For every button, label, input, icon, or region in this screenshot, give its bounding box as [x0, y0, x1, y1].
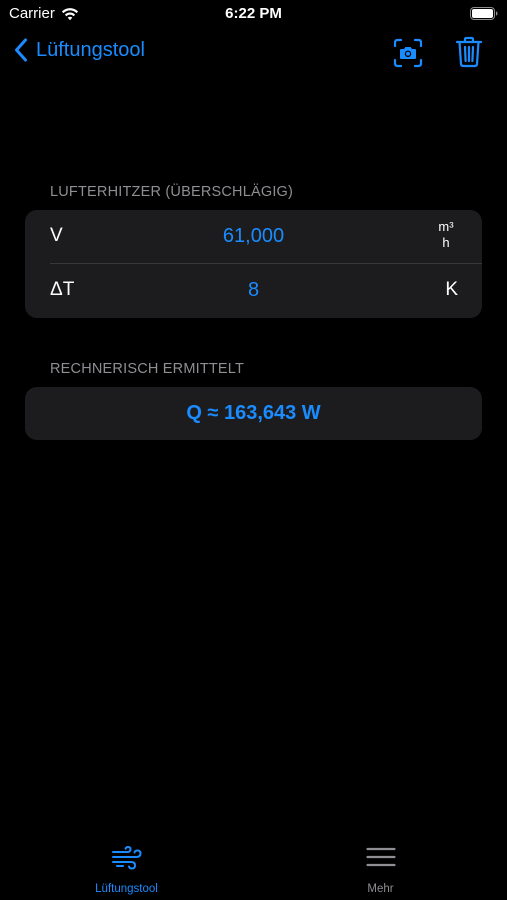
volume-flow-unit: m³ h: [436, 219, 456, 251]
back-button[interactable]: Lüftungstool: [14, 38, 145, 62]
tab-label-mehr: Mehr: [367, 883, 394, 895]
volume-flow-value[interactable]: 61,000: [25, 225, 482, 248]
chevron-left-icon: [15, 38, 27, 62]
tab-mehr[interactable]: Mehr: [254, 834, 507, 900]
status-bar: Carrier 6:22 PM: [0, 0, 507, 28]
section-header-result: RECHNERISCH ERMITTELT: [50, 361, 245, 377]
camera-viewfinder-icon[interactable]: [393, 38, 423, 68]
back-label: Lüftungstool: [36, 38, 145, 61]
section-header-lufterhitzer: LUFTERHITZER (ÜBERSCHLÄGIG): [50, 184, 294, 200]
delta-t-row[interactable]: ΔT 8 K: [25, 264, 482, 318]
tab-label-lueftungstool: Lüftungstool: [95, 883, 158, 895]
tab-lueftungstool[interactable]: Lüftungstool: [0, 834, 253, 900]
delta-t-unit: K: [445, 279, 458, 300]
navigation-bar: Lüftungstool: [0, 28, 507, 78]
volume-flow-unit-denominator: h: [442, 235, 450, 250]
menu-lines-icon: [365, 847, 396, 867]
volume-flow-unit-numerator: m³: [438, 219, 454, 234]
result-card: Q ≈ 163,643 W: [25, 387, 482, 440]
heat-output-result: Q ≈ 163,643 W: [186, 402, 321, 424]
delta-t-value[interactable]: 8: [25, 279, 482, 302]
status-time: 6:22 PM: [225, 5, 282, 22]
tab-bar: Lüftungstool Mehr: [0, 834, 507, 900]
lufterhitzer-card: V 61,000 m³ h ΔT 8 K: [25, 210, 482, 318]
wind-icon: [111, 846, 142, 870]
battery-icon: [470, 7, 498, 20]
trash-icon[interactable]: [455, 36, 483, 68]
volume-flow-row[interactable]: V 61,000 m³ h: [25, 210, 482, 264]
